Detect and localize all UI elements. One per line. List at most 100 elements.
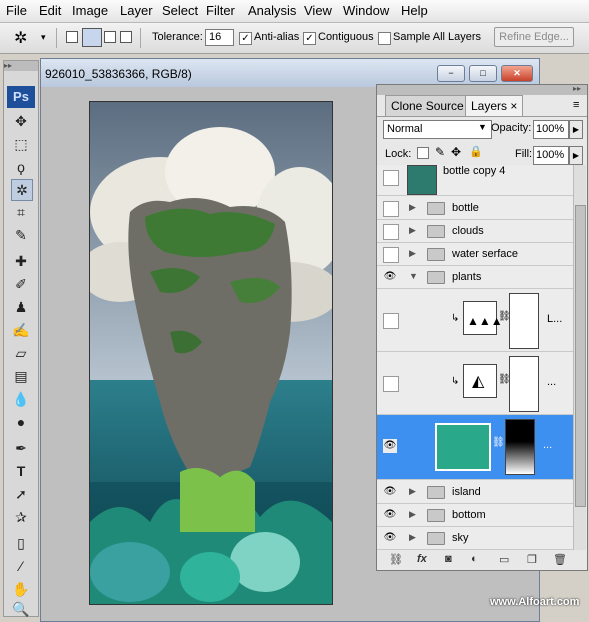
hand-icon[interactable]: ✋ — [11, 579, 31, 599]
layer-row[interactable]: 👁 ▶ island — [377, 481, 573, 504]
document-canvas[interactable] — [89, 101, 333, 605]
type-icon[interactable]: T — [11, 461, 31, 481]
layer-row[interactable]: ↳ ◭ ⛓ ... — [377, 352, 573, 415]
expand-icon[interactable]: ▶ — [409, 225, 416, 236]
menu-analysis[interactable]: Analysis — [248, 3, 296, 18]
layer-scrollbar[interactable] — [573, 165, 586, 550]
visibility-toggle[interactable] — [383, 247, 399, 263]
zoom-icon[interactable]: 🔍 — [11, 599, 31, 619]
menu-edit[interactable]: Edit — [39, 3, 61, 18]
scrollbar-thumb[interactable] — [575, 205, 586, 507]
contiguous-checkbox[interactable]: ✓ — [303, 32, 316, 45]
layer-row[interactable]: ▶ bottle — [377, 197, 573, 220]
tolerance-input[interactable]: 16 — [205, 29, 234, 46]
eye-icon[interactable]: 👁 — [383, 270, 397, 284]
chevron-down-icon[interactable]: ▾ — [41, 32, 46, 43]
menu-file[interactable]: File — [6, 3, 27, 18]
mask-thumbnail[interactable] — [509, 293, 539, 349]
lock-position-icon[interactable]: ✥ — [451, 145, 461, 159]
opacity-arrow-icon[interactable]: ▶ — [569, 120, 583, 139]
visibility-toggle[interactable] — [383, 224, 399, 240]
lasso-icon[interactable]: ϙ — [11, 157, 31, 177]
menu-image[interactable]: Image — [72, 3, 108, 18]
shape-icon[interactable]: ✰ — [11, 507, 31, 527]
menu-view[interactable]: View — [304, 3, 332, 18]
magic-wand-icon[interactable]: ✲ — [14, 28, 27, 48]
sample-all-checkbox[interactable] — [378, 32, 391, 45]
add-selection-icon[interactable] — [82, 28, 102, 47]
layer-row[interactable]: ▶ clouds — [377, 220, 573, 243]
crop-icon[interactable]: ⌗ — [11, 202, 31, 222]
layer-row[interactable]: bottle copy 4 — [377, 165, 573, 196]
mask-thumbnail[interactable] — [509, 356, 539, 412]
refine-edge-button[interactable]: Refine Edge... — [494, 27, 574, 47]
magic-wand-icon[interactable]: ✲ — [11, 179, 33, 201]
restore-button[interactable]: □ — [469, 65, 497, 82]
brush-icon[interactable]: ✐ — [11, 274, 31, 294]
close-icon[interactable]: × — [510, 99, 517, 113]
trash-icon[interactable]: 🗑 — [553, 553, 567, 566]
collapse-icon[interactable]: ▼ — [409, 271, 418, 281]
menu-select[interactable]: Select — [162, 3, 198, 18]
history-brush-icon[interactable]: ✍ — [11, 320, 31, 340]
layer-row-selected[interactable]: 👁 ⛓ ... — [377, 415, 573, 480]
layer-row[interactable]: 👁 ▼ plants — [377, 266, 573, 289]
eye-icon[interactable]: 👁 — [383, 531, 397, 545]
menu-layer[interactable]: Layer — [120, 3, 153, 18]
panel-menu-icon[interactable]: ≡ — [573, 99, 579, 111]
healing-icon[interactable]: ✚ — [11, 251, 31, 271]
collapse-icon[interactable]: ▸▸ — [573, 84, 581, 93]
opacity-input[interactable]: 100% — [533, 120, 569, 139]
document-titlebar[interactable]: 926010_53836366, RGB/8) − □ ✕ — [41, 59, 539, 87]
pen-icon[interactable]: ✒ — [11, 438, 31, 458]
menu-window[interactable]: Window — [343, 3, 389, 18]
marquee-icon[interactable]: ⬚ — [11, 134, 31, 154]
subtract-selection-icon[interactable] — [104, 31, 116, 43]
antialias-checkbox[interactable]: ✓ — [239, 32, 252, 45]
blend-mode-select[interactable]: Normal — [383, 120, 492, 139]
expand-icon[interactable]: ▶ — [409, 248, 416, 259]
link-layers-icon[interactable]: ⛓ — [389, 553, 403, 566]
toolbox-grip[interactable]: ▸▸ — [4, 61, 38, 71]
move-icon[interactable]: ✥ — [11, 111, 31, 131]
lock-pixels-icon[interactable]: ✎ — [435, 145, 445, 159]
dodge-icon[interactable]: ● — [11, 412, 31, 432]
fill-input[interactable]: 100% — [533, 146, 569, 165]
new-group-icon[interactable]: ▭ — [499, 553, 509, 566]
stamp-icon[interactable]: ♟ — [11, 297, 31, 317]
lock-transparency-icon[interactable] — [417, 147, 429, 159]
fill-arrow-icon[interactable]: ▶ — [569, 146, 583, 165]
eye-icon[interactable]: 👁 — [383, 508, 397, 522]
mask-thumbnail[interactable] — [505, 419, 535, 475]
layer-row[interactable]: ▶ water serface — [377, 243, 573, 266]
eyedropper-icon[interactable]: ✎ — [11, 225, 31, 245]
blur-icon[interactable]: 💧 — [11, 389, 31, 409]
chevron-down-icon[interactable]: ▼ — [478, 122, 487, 132]
eyedropper2-icon[interactable]: ⁄ — [11, 556, 31, 576]
visibility-toggle[interactable] — [383, 313, 399, 329]
intersect-selection-icon[interactable] — [120, 31, 132, 43]
layer-row[interactable]: ↳ ▲▲▲ ⛓ L... — [377, 289, 573, 352]
layer-row[interactable]: 👁 ▶ sky — [377, 527, 573, 550]
expand-icon[interactable]: ▶ — [409, 202, 416, 213]
path-select-icon[interactable]: ➚ — [11, 484, 31, 504]
gradient-icon[interactable]: ▤ — [11, 366, 31, 386]
expand-icon[interactable]: ▶ — [409, 532, 416, 543]
tab-clone-source[interactable]: Clone Source — [385, 95, 470, 117]
expand-icon[interactable]: ▶ — [409, 509, 416, 520]
close-button[interactable]: ✕ — [501, 65, 533, 82]
eraser-icon[interactable]: ▱ — [11, 343, 31, 363]
visibility-toggle[interactable] — [383, 201, 399, 217]
visibility-toggle[interactable] — [383, 376, 399, 392]
eye-icon[interactable]: 👁 — [383, 439, 397, 453]
eye-icon[interactable]: 👁 — [383, 485, 397, 499]
layer-row[interactable]: 👁 ▶ bottom — [377, 504, 573, 527]
adjustment-layer-icon[interactable]: ◐ — [471, 553, 478, 565]
new-selection-icon[interactable] — [66, 31, 78, 43]
minimize-button[interactable]: − — [437, 65, 465, 82]
menu-help[interactable]: Help — [401, 3, 428, 18]
notes-icon[interactable]: ▯ — [11, 533, 31, 553]
panel-grip[interactable] — [377, 85, 587, 95]
new-layer-icon[interactable]: ❐ — [527, 553, 537, 566]
tab-layers[interactable]: Layers × — [465, 95, 524, 116]
